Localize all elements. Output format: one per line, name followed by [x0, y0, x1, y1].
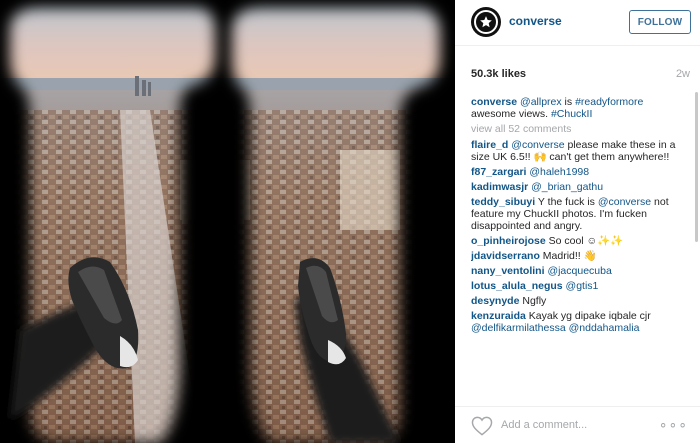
- comment-user[interactable]: flaire_d: [471, 139, 508, 151]
- caption-user[interactable]: converse: [471, 96, 517, 108]
- post-side-panel: converse FOLLOW 50.3k likes 2w converse …: [455, 0, 700, 443]
- comment-text: Ngfly: [519, 295, 547, 308]
- comment-item: kenzuraida Kayak yg dipake iqbale cjr @d…: [471, 310, 691, 334]
- comments-scrollbar[interactable]: [695, 92, 698, 242]
- comment-footer: Add a comment... ∘∘∘: [455, 406, 700, 443]
- comment-text: Kayak yg dipake iqbale cjr: [525, 310, 651, 323]
- photo-image: [0, 0, 455, 443]
- comment-user[interactable]: f87_zargari: [471, 166, 526, 178]
- caption-hashtag-1[interactable]: #readyformore: [575, 96, 643, 108]
- add-comment-input[interactable]: Add a comment...: [501, 419, 587, 431]
- comment-user[interactable]: jdavidserrano: [471, 250, 540, 262]
- comment-mention[interactable]: @jacquecuba: [547, 265, 611, 277]
- comments-list: converse @allprex is #readyformore aweso…: [471, 96, 691, 401]
- comment-text-pre: Y the fuck is: [535, 195, 598, 208]
- comment-user[interactable]: teddy_sibuyi: [471, 196, 535, 208]
- caption-hashtag-2[interactable]: #ChuckII: [551, 108, 592, 120]
- likes-count[interactable]: 50.3k likes: [471, 68, 526, 80]
- comment-user[interactable]: kadimwasjr: [471, 181, 528, 193]
- comment-text: Madrid!! 👋: [539, 250, 597, 263]
- more-options-icon[interactable]: ∘∘∘: [659, 416, 688, 433]
- caption-mention[interactable]: @allprex: [520, 96, 562, 108]
- comment-text: So cool ☺✨✨: [545, 235, 624, 248]
- comment-mention[interactable]: @converse: [598, 196, 651, 208]
- post-photo[interactable]: [0, 0, 455, 443]
- comment-item: flaire_d @converse please make these in …: [471, 139, 691, 163]
- comment-user[interactable]: nany_ventolini: [471, 265, 545, 277]
- comment-user[interactable]: desynyde: [471, 295, 519, 307]
- comment-mention[interactable]: @delfikarmilathessa: [471, 322, 566, 334]
- avatar[interactable]: [471, 7, 501, 37]
- comment-item: teddy_sibuyi Y the fuck is @converse not…: [471, 196, 691, 233]
- comment-mention[interactable]: @_brian_gathu: [531, 181, 603, 193]
- comment-item: lotus_alula_negus @gtis1: [471, 280, 691, 292]
- comment-item: kadimwasjr @_brian_gathu: [471, 181, 691, 193]
- comment-user[interactable]: o_pinheirojose: [471, 235, 546, 247]
- comment-item: desynyde Ngfly: [471, 295, 691, 307]
- comment-mention[interactable]: @gtis1: [566, 280, 599, 292]
- caption: converse @allprex is #readyformore aweso…: [471, 96, 691, 120]
- comment-item: jdavidserrano Madrid!! 👋: [471, 250, 691, 262]
- heart-outline-icon[interactable]: [471, 416, 493, 436]
- view-all-comments-link[interactable]: view all 52 comments: [471, 123, 691, 135]
- comment-mention[interactable]: @nddahamalia: [569, 322, 640, 334]
- comment-item: f87_zargari @haleh1998: [471, 166, 691, 178]
- comment-item: o_pinheirojose So cool ☺✨✨: [471, 235, 691, 247]
- caption-text-2: awesome views.: [471, 108, 551, 121]
- post-username[interactable]: converse: [509, 14, 562, 28]
- comment-mention[interactable]: @haleh1998: [529, 166, 589, 178]
- comment-user[interactable]: kenzuraida: [471, 310, 526, 322]
- comment-user[interactable]: lotus_alula_negus: [471, 280, 563, 292]
- post-age[interactable]: 2w: [676, 68, 690, 80]
- post-header: converse FOLLOW: [455, 0, 700, 46]
- caption-text-1: is: [561, 96, 576, 108]
- converse-star-logo-icon: [474, 10, 498, 34]
- comment-mention[interactable]: @converse: [511, 139, 564, 151]
- follow-button[interactable]: FOLLOW: [629, 10, 691, 34]
- comment-item: nany_ventolini @jacquecuba: [471, 265, 691, 277]
